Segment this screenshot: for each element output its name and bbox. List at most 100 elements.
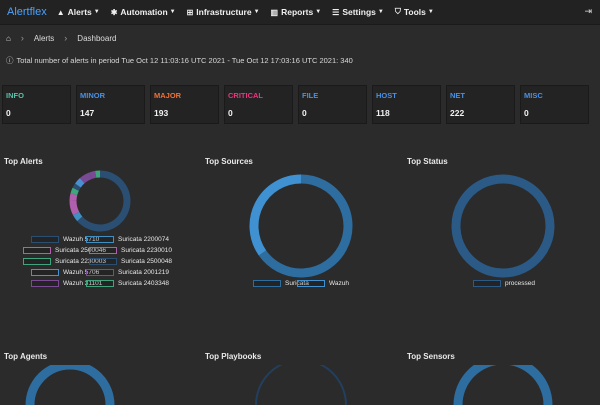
bar-chart-icon: ▥: [271, 8, 279, 17]
card-label: MISC: [524, 91, 543, 100]
top-agents-donut-partial: [20, 365, 120, 405]
severity-card-net[interactable]: NET 222: [446, 85, 515, 124]
nav-alerts[interactable]: ▲Alerts▼: [57, 7, 100, 17]
legend-item[interactable]: Suricata 2500048: [89, 258, 172, 265]
nav-reports-label: Reports: [281, 7, 313, 17]
legend-swatch: [86, 236, 114, 243]
summary-text: Total number of alerts in period Tue Oct…: [17, 56, 353, 65]
legend-swatch: [86, 280, 114, 287]
nav-infrastructure-label: Infrastructure: [196, 7, 251, 17]
donut-slice-suricata-2500046[interactable]: [73, 201, 76, 214]
chevron-down-icon: ▼: [254, 9, 260, 15]
legend-label: Wazuh: [329, 280, 349, 287]
breadcrumb-dashboard: Dashboard: [77, 34, 116, 43]
sliders-icon: ☰: [332, 8, 339, 17]
card-label: MINOR: [80, 91, 105, 100]
card-value: 0: [6, 108, 11, 118]
card-label: NET: [450, 91, 465, 100]
severity-card-major[interactable]: MAJOR 193: [150, 85, 219, 124]
top-status-donut: [447, 170, 559, 282]
chevron-down-icon: ▼: [94, 9, 100, 15]
card-label: HOST: [376, 91, 397, 100]
card-value: 0: [302, 108, 307, 118]
donut-slice-suricata-2230003[interactable]: [74, 189, 76, 194]
legend-swatch: [31, 269, 59, 276]
shield-icon: ⛉: [395, 7, 401, 17]
top-playbooks-title: Top Playbooks: [205, 352, 261, 361]
legend-swatch: [253, 280, 281, 287]
chevron-down-icon: ▼: [315, 9, 321, 15]
top-status-title: Top Status: [407, 157, 448, 166]
top-alerts-title: Top Alerts: [4, 157, 43, 166]
legend-item[interactable]: Suricata 2230010: [89, 247, 172, 254]
donut-slice-suricata-2230010[interactable]: [73, 194, 74, 200]
nav-automation[interactable]: ✱Automation▼: [111, 7, 176, 17]
nav-settings[interactable]: ☰Settings▼: [332, 7, 384, 17]
card-value: 0: [524, 108, 529, 118]
logout-icon[interactable]: ⇥: [584, 6, 592, 17]
severity-card-critical[interactable]: CRITICAL0: [224, 85, 293, 124]
legend-item[interactable]: processed: [473, 280, 535, 287]
legend-swatch: [89, 247, 117, 254]
legend-swatch: [31, 280, 59, 287]
severity-card-info[interactable]: INFO 0: [2, 85, 71, 124]
legend-item[interactable]: Wazuh: [297, 280, 349, 287]
donut-slice-suricata-2500048[interactable]: [76, 185, 78, 189]
card-value: 222: [450, 108, 464, 118]
severity-card-file[interactable]: FILE0: [298, 85, 367, 124]
legend-item[interactable]: Suricata 2001219: [86, 269, 169, 276]
donut-slice-suricata-2001219[interactable]: [82, 176, 90, 181]
donut-slice-wazuh-31101[interactable]: [91, 174, 96, 175]
legend-label: Suricata 2500048: [121, 258, 172, 265]
home-icon[interactable]: ⌂: [6, 34, 11, 43]
severity-card-host[interactable]: HOST 118: [372, 85, 441, 124]
top-agents-title: Top Agents: [4, 352, 47, 361]
info-icon: ⓘ: [6, 56, 14, 65]
donut-slice-wazuh-5710[interactable]: [80, 174, 127, 228]
top-playbooks-donut-partial: [246, 365, 356, 405]
legend-label: processed: [505, 280, 535, 287]
chevron-right-icon: ›: [21, 33, 24, 43]
legend-swatch: [89, 258, 117, 265]
brand-logo[interactable]: Alertflex: [0, 6, 57, 18]
nav-automation-label: Automation: [120, 7, 167, 17]
nav-tools[interactable]: ⛉Tools▼: [395, 7, 434, 17]
legend-swatch: [297, 280, 325, 287]
top-sources-donut: [245, 170, 357, 282]
card-label: MAJOR: [154, 91, 181, 100]
summary-line: ⓘTotal number of alerts in period Tue Oc…: [6, 55, 353, 66]
donut-slice-processed[interactable]: [456, 179, 550, 273]
breadcrumb-alerts[interactable]: Alerts: [34, 34, 54, 43]
top-sensors-donut-partial: [448, 365, 558, 405]
severity-card-misc[interactable]: MISC 0: [520, 85, 589, 124]
donut-slice-suricata-2200074[interactable]: [76, 214, 80, 219]
legend-swatch: [23, 258, 51, 265]
card-value: 193: [154, 108, 168, 118]
legend-item[interactable]: Suricata 2200074: [86, 236, 169, 243]
severity-card-minor[interactable]: MINOR147: [76, 85, 145, 124]
nav-settings-label: Settings: [342, 7, 376, 17]
nav-reports[interactable]: ▥Reports▼: [271, 7, 322, 17]
donut-slice-wazuh-5706[interactable]: [78, 181, 82, 186]
chevron-down-icon: ▼: [170, 9, 176, 15]
nav-alerts-label: Alerts: [68, 7, 92, 17]
card-value: 118: [376, 108, 390, 118]
top-sources-title: Top Sources: [205, 157, 253, 166]
warning-icon: ▲: [57, 8, 65, 17]
top-sensors-title: Top Sensors: [407, 352, 455, 361]
gear-icon: ✱: [111, 8, 118, 17]
network-icon: ⊞: [187, 8, 194, 17]
donut-slice-wazuh[interactable]: [254, 179, 301, 253]
chevron-down-icon: ▼: [378, 9, 384, 15]
legend-label: Suricata 2001219: [118, 269, 169, 276]
nav-infrastructure[interactable]: ⊞Infrastructure▼: [187, 7, 260, 17]
card-label: INFO: [6, 91, 24, 100]
legend-label: Suricata 2230010: [121, 247, 172, 254]
donut-slice-suricata[interactable]: [262, 179, 348, 273]
legend-swatch: [31, 236, 59, 243]
legend-label: Suricata 2403348: [118, 280, 169, 287]
legend-swatch: [86, 269, 114, 276]
nav-tools-label: Tools: [404, 7, 426, 17]
legend-item[interactable]: Suricata 2403348: [86, 280, 169, 287]
card-label: CRITICAL: [228, 91, 263, 100]
